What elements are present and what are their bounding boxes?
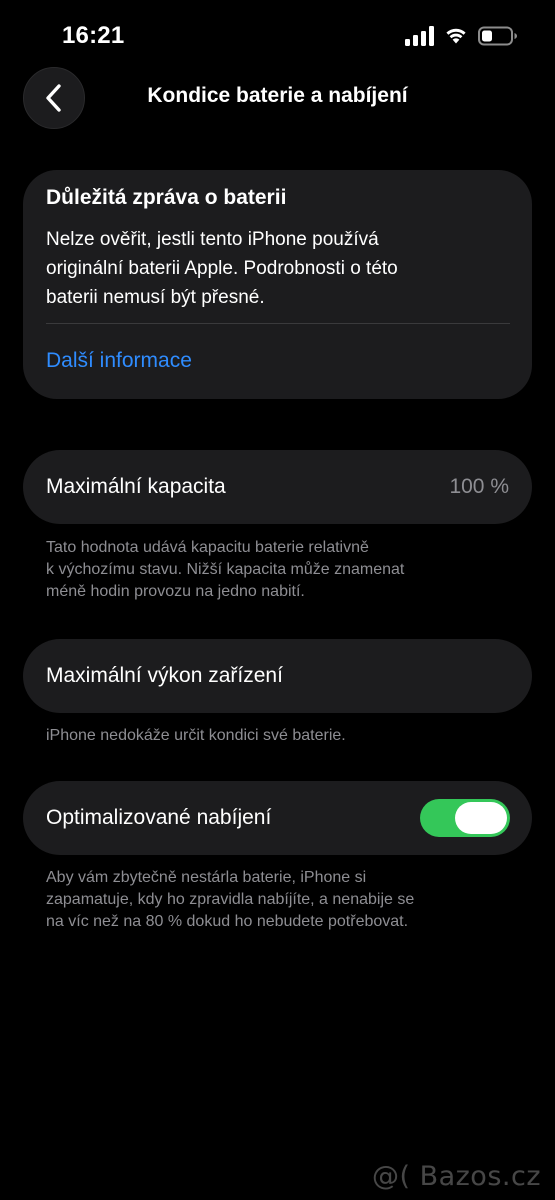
max-capacity-label: Maximální kapacita <box>46 475 226 498</box>
alert-body: Nelze ověřit, jestli tento iPhone použív… <box>46 225 506 312</box>
chevron-left-icon <box>46 84 61 112</box>
peak-performance-label: Maximální výkon zařízení <box>46 664 283 687</box>
optimized-charging-label: Optimalizované nabíjení <box>46 806 272 829</box>
peak-performance-footnote: iPhone nedokáže určit kondici své bateri… <box>46 725 516 747</box>
watermark: @( Bazos.cz <box>371 1161 541 1192</box>
signal-icon <box>405 26 434 46</box>
status-bar: 16:21 <box>0 0 555 70</box>
max-capacity-footnote: Tato hodnota udává kapacitu baterie rela… <box>46 537 516 603</box>
alert-divider <box>46 323 510 324</box>
footnote-line: méně hodin provozu na jedno nabití. <box>46 583 305 600</box>
peak-performance-row: Maximální výkon zařízení <box>23 639 532 713</box>
footnote-line: na víc než na 80 % dokud ho nebudete pot… <box>46 913 409 930</box>
optimized-charging-toggle[interactable] <box>420 799 510 837</box>
page-title: Kondice baterie a nabíjení <box>147 84 408 107</box>
max-capacity-value: 100 % <box>449 475 509 498</box>
optimized-charging-footnote: Aby vám zbytečně nestárla baterie, iPhon… <box>46 867 516 933</box>
wifi-icon <box>446 28 466 44</box>
alert-body-line: originální baterii Apple. Podrobnosti o … <box>46 258 398 279</box>
toggle-knob <box>455 802 507 834</box>
max-capacity-row: Maximální kapacita 100 % <box>23 450 532 524</box>
status-time: 16:21 <box>62 22 125 49</box>
footnote-line: Aby vám zbytečně nestárla baterie, iPhon… <box>46 869 367 886</box>
alert-title: Důležitá zpráva o baterii <box>46 186 287 209</box>
footnote-line: iPhone nedokáže určit kondici své bateri… <box>46 727 346 744</box>
footnote-line: k výchozímu stavu. Nižší kapacita může z… <box>46 561 405 578</box>
back-button[interactable] <box>23 67 85 129</box>
footnote-line: zapamatuje, kdy ho zpravidla nabíjíte, a… <box>46 891 415 908</box>
battery-icon <box>478 26 517 46</box>
more-info-link[interactable]: Další informace <box>46 349 192 373</box>
footnote-line: Tato hodnota udává kapacitu baterie rela… <box>46 539 369 556</box>
battery-alert-card: Důležitá zpráva o baterii Nelze ověřit, … <box>23 170 532 399</box>
alert-body-line: Nelze ověřit, jestli tento iPhone použív… <box>46 229 379 250</box>
optimized-charging-row: Optimalizované nabíjení <box>23 781 532 855</box>
alert-body-line: baterii nemusí být přesné. <box>46 287 265 308</box>
